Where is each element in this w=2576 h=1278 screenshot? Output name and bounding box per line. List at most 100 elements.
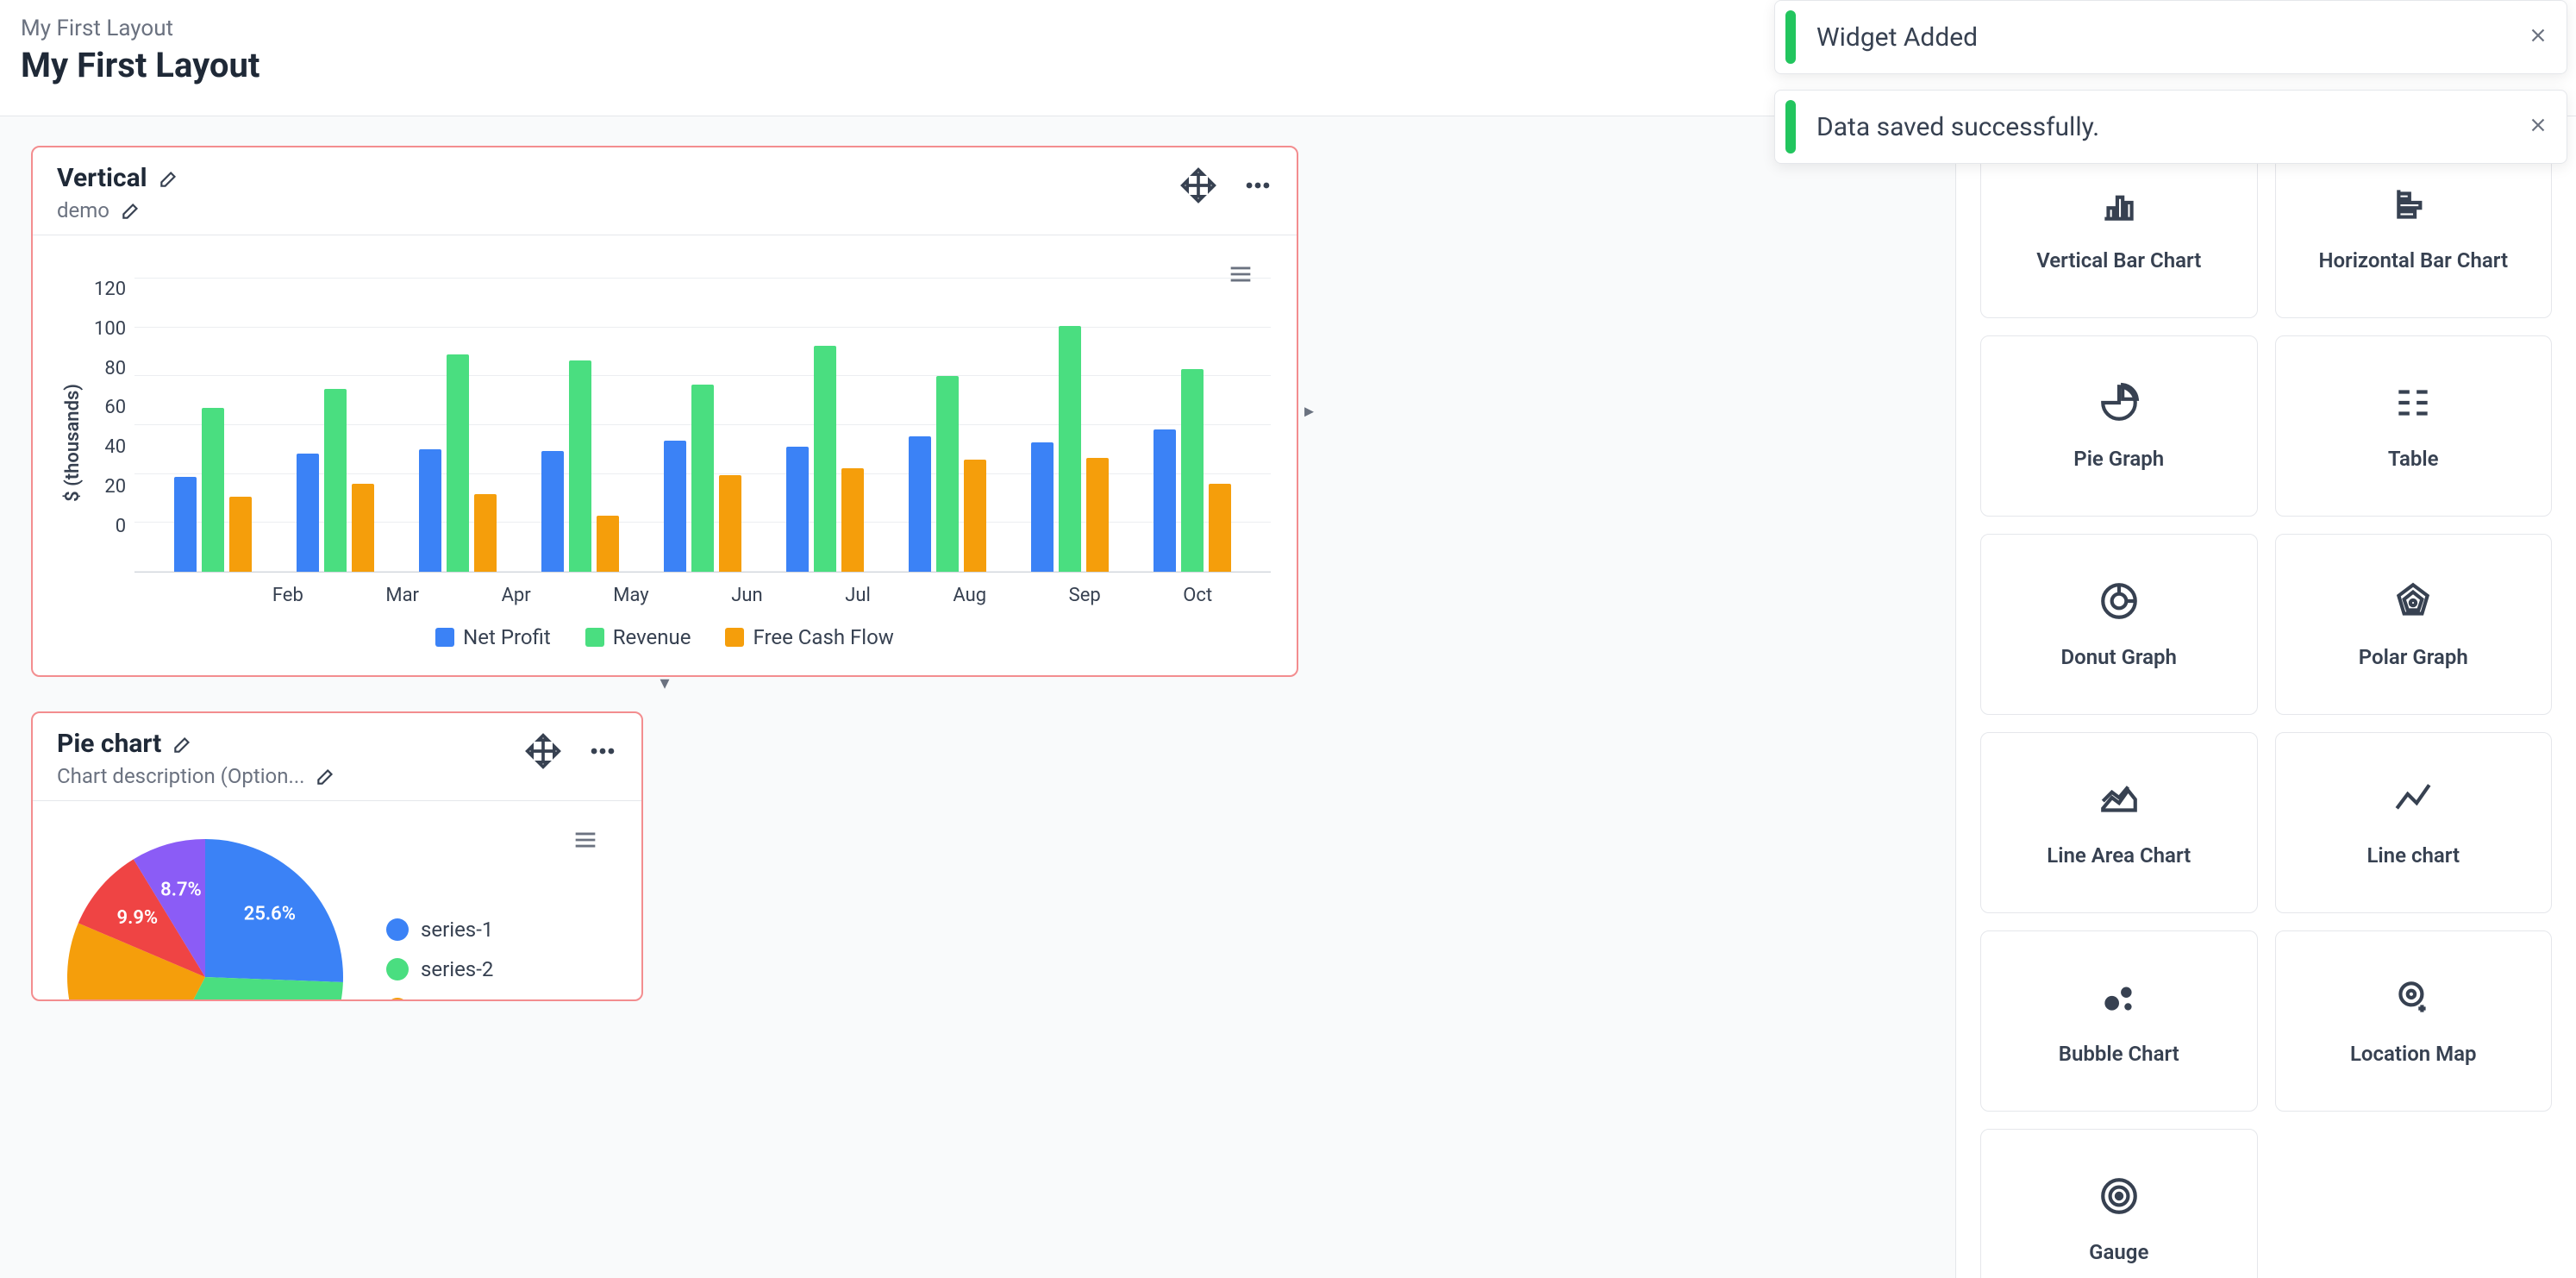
legend-item[interactable]: Net Profit [435,625,551,649]
tool-area[interactable]: Line Area Chart [1980,732,2258,913]
toast: Widget Added [1774,0,2567,74]
pie-chart: 25.6%9.9%8.7% [59,830,352,999]
legend-item[interactable]: series-2 [386,957,493,981]
layout-canvas[interactable]: Vertical demo [0,116,1955,1278]
bar[interactable] [786,447,809,572]
tool-label: Gauge [2089,1240,2148,1264]
close-icon[interactable] [2527,114,2549,140]
tool-map[interactable]: Location Map [2275,930,2553,1112]
bar[interactable] [352,484,374,573]
bar[interactable] [936,376,959,573]
tool-table[interactable]: Table [2275,335,2553,517]
bar-chart: $ (thousands) 120100806040200 FebMarAprM… [59,279,1271,606]
tool-gauge[interactable]: Gauge [1980,1129,2258,1278]
widget-title: Vertical [57,163,147,193]
bar[interactable] [541,451,564,572]
move-icon[interactable] [524,732,562,770]
tool-label: Line Area Chart [2047,843,2191,868]
bar[interactable] [664,441,686,573]
bar[interactable] [229,497,252,573]
tool-label: Bubble Chart [2059,1042,2179,1066]
bar-group [1031,326,1109,572]
line-icon [2392,778,2435,824]
pencil-icon[interactable] [315,765,337,787]
bar[interactable] [474,494,497,572]
svg-text:25.6%: 25.6% [244,904,296,925]
bubble-icon [2098,976,2141,1023]
pencil-icon[interactable] [172,733,194,755]
bar[interactable] [174,477,197,572]
bar[interactable] [719,475,741,573]
legend-item[interactable]: Revenue [585,625,691,649]
page-title: My First Layout [21,45,259,85]
bar-horiz-icon [2392,183,2435,229]
gauge-icon [2098,1175,2141,1221]
widget-vertical-bar[interactable]: Vertical demo [31,146,1298,677]
widget-pie-chart[interactable]: Pie chart Chart description (Option... [31,711,643,1001]
legend-item[interactable]: Free Cash Flow [725,625,893,649]
more-icon[interactable] [1243,171,1272,200]
tool-label: Location Map [2350,1042,2477,1066]
bar[interactable] [841,468,864,572]
chevron-right-icon[interactable]: ▸ [1304,401,1314,423]
chevron-down-icon[interactable]: ▾ [660,673,669,694]
widget-subtitle: demo [57,198,109,222]
bar[interactable] [447,354,469,573]
tool-bar-horiz[interactable]: Horizontal Bar Chart [2275,137,2553,318]
pencil-icon[interactable] [120,199,142,222]
tool-donut[interactable]: Donut Graph [1980,534,2258,715]
toast-status-bar [1785,10,1796,64]
polar-icon [2392,579,2435,626]
bar[interactable] [964,460,986,572]
bar[interactable] [1181,369,1204,572]
toast-message: Data saved successfully. [1816,112,2506,142]
toast-message: Widget Added [1816,22,2506,53]
tool-label: Vertical Bar Chart [2036,248,2201,273]
y-axis-ticks: 120100806040200 [87,279,134,537]
bar[interactable] [597,516,619,572]
bar[interactable] [297,454,319,573]
more-icon[interactable] [588,736,617,766]
bar-group [909,376,986,573]
tool-bar-vert[interactable]: Vertical Bar Chart [1980,137,2258,318]
chart-type-panel: Vertical Bar Chart Horizontal Bar Chart Pi… [1955,116,2576,1278]
tool-line[interactable]: Line chart [2275,732,2553,913]
pencil-icon[interactable] [158,167,180,190]
bar[interactable] [324,389,347,573]
bar[interactable] [1209,484,1231,573]
pie-legend: series-1 series-2 series-3 [386,918,493,999]
tool-label: Donut Graph [2061,645,2177,669]
bar[interactable] [1086,458,1109,573]
tool-polar[interactable]: Polar Graph [2275,534,2553,715]
bar[interactable] [1031,442,1054,572]
legend-item[interactable]: series-3 [386,997,493,999]
bar-vert-icon [2098,183,2141,229]
legend-item[interactable]: series-1 [386,918,493,942]
move-icon[interactable] [1179,166,1217,204]
y-axis-label: $ (thousands) [59,384,87,502]
tool-label: Pie Graph [2073,447,2164,471]
table-icon [2392,381,2435,428]
bar[interactable] [1154,429,1176,572]
bar[interactable] [909,436,931,573]
bar[interactable] [691,385,714,573]
bar[interactable] [419,449,441,573]
breadcrumb[interactable]: My First Layout [21,16,259,41]
chart-menu-icon[interactable] [571,825,600,855]
x-axis-labels: FebMarAprMayJunJulAugSepOct [134,573,1271,606]
tool-label: Horizontal Bar Chart [2318,248,2508,273]
toast: Data saved successfully. [1774,90,2567,164]
widget-title: Pie chart [57,729,161,759]
bar[interactable] [202,408,224,572]
tool-label: Polar Graph [2359,645,2468,669]
plot-area [134,279,1271,573]
close-icon[interactable] [2527,24,2549,50]
tool-bubble[interactable]: Bubble Chart [1980,930,2258,1112]
bar[interactable] [569,360,591,572]
bar[interactable] [814,346,836,573]
toast-status-bar [1785,100,1796,153]
bar[interactable] [1059,326,1081,572]
area-icon [2098,778,2141,824]
tool-pie[interactable]: Pie Graph [1980,335,2258,517]
bar-group [297,389,374,573]
